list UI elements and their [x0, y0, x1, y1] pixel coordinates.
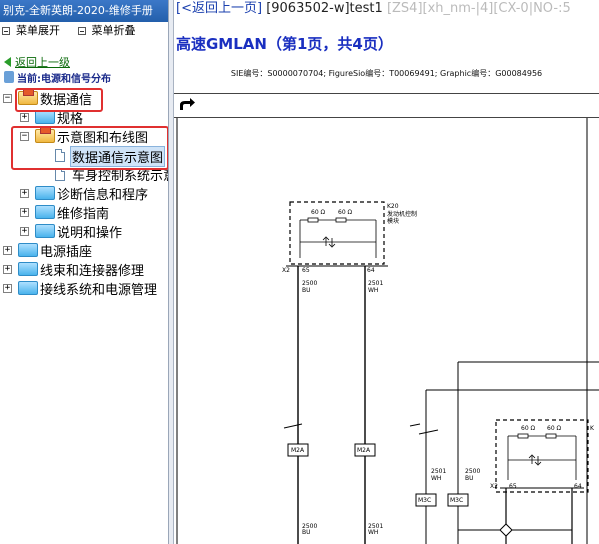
wire-color: BU — [302, 287, 311, 294]
pin-64: 64 — [574, 483, 582, 490]
doc-code: [9063502-w]test1 — [266, 1, 383, 16]
expand-toggle-icon[interactable]: + — [3, 265, 12, 274]
connector-x2: X2 — [490, 483, 498, 490]
expand-toggle-icon[interactable]: + — [20, 189, 29, 198]
tree-toolbar: 菜单展开 菜单折叠 — [0, 22, 168, 46]
graphic-ids: SIE编号：S0000070704; FigureSio编号：T00069491… — [230, 69, 543, 78]
page-title: 高速GMLAN（第1页，共4页） — [176, 35, 393, 53]
back-up-link[interactable]: 返回上一级 — [0, 54, 168, 70]
tree-item-description-operation[interactable]: + 说明和操作 — [0, 222, 168, 241]
back-up-label: 返回上一级 — [15, 56, 70, 69]
connector-m3c: M3C — [418, 497, 431, 504]
folder-icon — [18, 281, 38, 295]
wire-number: 2501 — [368, 280, 383, 287]
back-arrow-icon — [4, 57, 11, 67]
expand-toggle-icon[interactable]: + — [3, 246, 12, 255]
tree-item-label: 接线系统和电源管理 — [40, 283, 158, 298]
k-module-id: K — [590, 425, 595, 432]
resistor-label: 60 Ω — [521, 425, 536, 432]
tree-item-power-socket[interactable]: + 电源插座 — [0, 241, 168, 260]
k20-module-box — [289, 201, 385, 265]
tree-item-label: 维修指南 — [57, 207, 110, 222]
expand-menu-button[interactable]: 菜单展开 — [2, 22, 60, 40]
expand-toggle-icon[interactable]: + — [3, 284, 12, 293]
current-location-label: 当前:电源和信号分布 — [17, 73, 111, 85]
expand-toggle-icon[interactable]: + — [20, 113, 29, 122]
tree-item-label: 诊断信息和程序 — [57, 188, 149, 203]
expand-toggle-icon[interactable]: + — [20, 227, 29, 236]
folder-icon — [35, 110, 55, 124]
k20-id: K20 — [387, 203, 399, 210]
folder-icon — [18, 262, 38, 276]
collapse-toggle-icon[interactable]: − — [3, 94, 12, 103]
folder-icon — [18, 243, 38, 257]
expand-icon — [2, 27, 10, 35]
wire-color: WH — [368, 287, 378, 294]
back-page-link[interactable]: [<返回上一页] — [176, 1, 262, 16]
wire-color: WH — [431, 475, 441, 482]
highlight-box — [11, 126, 168, 170]
k-module-box — [495, 419, 589, 493]
wire-number: 2501 — [431, 468, 446, 475]
connector-x2: X2 — [282, 267, 290, 274]
folder-icon — [35, 205, 55, 219]
connector-m2a: M2A — [291, 447, 305, 454]
content-nav-line: [<返回上一页] [9063502-w]test1 [ZS4][xh_nm-|4… — [174, 0, 599, 20]
k20-name: 模块 — [387, 217, 399, 225]
redo-arrow-icon[interactable] — [178, 97, 196, 115]
app-window: 别克-全新英朗-2020-维修手册 菜单展开 菜单折叠 返回上一级 当前:电源和… — [0, 0, 599, 544]
wire-color: BU — [465, 475, 474, 482]
current-location: 当前:电源和信号分布 — [0, 70, 168, 85]
resistor-label: 60 Ω — [338, 209, 353, 216]
wire-number: 2500 — [465, 468, 480, 475]
folder-icon — [35, 224, 55, 238]
resistor-label: 60 Ω — [547, 425, 562, 432]
tree-item-wiring-power-mgmt[interactable]: + 接线系统和电源管理 — [0, 279, 168, 298]
tree-item-label: 说明和操作 — [57, 226, 123, 241]
collapse-icon — [77, 27, 86, 35]
book-icon — [4, 71, 14, 83]
connector-m2a: M2A — [357, 447, 371, 454]
highlight-box — [15, 88, 103, 112]
connector-m3c: M3C — [450, 497, 463, 504]
tree-item-repair-guide[interactable]: + 维修指南 — [0, 203, 168, 222]
pin-65: 65 — [302, 267, 310, 274]
window-title: 别克-全新英朗-2020-维修手册 — [0, 0, 168, 22]
tree-item-label: 电源插座 — [40, 245, 93, 260]
wire-color: BU — [302, 529, 311, 536]
wire-color: WH — [368, 529, 378, 536]
divider — [174, 93, 599, 94]
k20-name: 发动机控制 — [387, 210, 417, 218]
sidebar: 别克-全新英朗-2020-维修手册 菜单展开 菜单折叠 返回上一级 当前:电源和… — [0, 0, 169, 544]
expand-toggle-icon[interactable]: + — [20, 208, 29, 217]
doc-tags: [ZS4][xh_nm-|4][CX-0|NO-:5 — [386, 1, 571, 16]
folder-icon — [35, 186, 55, 200]
collapse-menu-label: 菜单折叠 — [91, 24, 136, 37]
nav-tree: − 数据通信 + 规格 − 示意图和布线图 数据通信示意图 车身控制系统示 + … — [0, 88, 168, 298]
expand-menu-label: 菜单展开 — [16, 24, 60, 37]
wire-number: 2500 — [302, 280, 317, 287]
content-panel: [<返回上一页] [9063502-w]test1 [ZS4][xh_nm-|4… — [174, 0, 599, 544]
wiring-diagram: 60 Ω 60 Ω K20 发动机控制 模块 X2 65 64 2500 BU … — [176, 118, 599, 544]
collapse-menu-button[interactable]: 菜单折叠 — [77, 22, 136, 40]
resistor-label: 60 Ω — [311, 209, 326, 216]
pin-65: 65 — [509, 483, 517, 490]
pin-64: 64 — [367, 267, 375, 274]
tree-item-harness-connector[interactable]: + 线束和连接器修理 — [0, 260, 168, 279]
tree-item-label: 线束和连接器修理 — [40, 264, 145, 279]
tree-item-diagnostic-info[interactable]: + 诊断信息和程序 — [0, 184, 168, 203]
